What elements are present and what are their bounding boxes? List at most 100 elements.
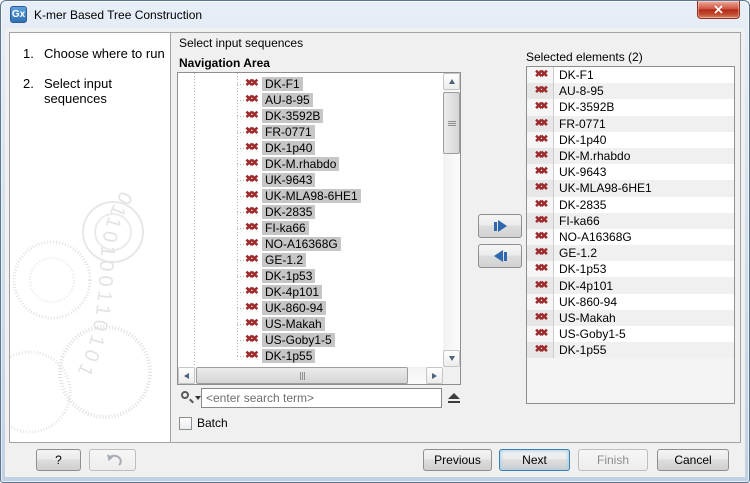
sequence-icon: ✖✖ xyxy=(535,119,546,129)
sequence-icon: ✖✖ xyxy=(535,297,546,307)
tree-item[interactable]: ✖✖US-Goby1-5 xyxy=(178,332,443,348)
help-button[interactable]: ? xyxy=(36,449,81,471)
batch-checkbox[interactable] xyxy=(179,417,192,430)
tree-item-label: FR-0771 xyxy=(262,125,315,139)
tree-item[interactable]: ✖✖US-Makah xyxy=(178,316,443,332)
horizontal-scroll-thumb[interactable] xyxy=(196,367,408,384)
arrow-left-icon xyxy=(184,373,189,379)
selected-element-row[interactable]: ✖✖DK-M.rhabdo xyxy=(527,148,734,164)
tree-item[interactable]: ✖✖UK-9643 xyxy=(178,172,443,188)
tree-item[interactable]: ✖✖UK-860-94 xyxy=(178,300,443,316)
cancel-button[interactable]: Cancel xyxy=(657,449,729,471)
sequence-icon: ✖✖ xyxy=(535,200,546,210)
tree-item[interactable]: ✖✖DK-F1 xyxy=(178,76,443,92)
tree-branch-line xyxy=(237,244,245,245)
selected-element-row[interactable]: ✖✖US-Goby1-5 xyxy=(527,326,734,342)
tree-item[interactable]: ✖✖DK-2835 xyxy=(178,204,443,220)
tree-branch-line xyxy=(237,228,245,229)
tree-item[interactable]: ✖✖DK-1p53 xyxy=(178,268,443,284)
selected-element-row[interactable]: ✖✖DK-F1 xyxy=(527,67,734,83)
main-panel: Select input sequences Navigation Area ✖… xyxy=(171,33,740,442)
tree-item-label: DK-1p40 xyxy=(262,141,315,155)
sequence-icon-cell: ✖✖ xyxy=(527,132,554,148)
title-bar[interactable]: Gx K-mer Based Tree Construction xyxy=(1,1,749,28)
tree-item[interactable]: ✖✖DK-1p55 xyxy=(178,348,443,364)
selected-element-row[interactable]: ✖✖UK-MLA98-6HE1 xyxy=(527,180,734,196)
selected-element-row[interactable]: ✖✖ DK-1p55 xyxy=(527,342,734,358)
step-label: Choose where to run xyxy=(44,46,165,61)
tree-item-label: GE-1.2 xyxy=(262,253,306,267)
collapse-search-button[interactable] xyxy=(448,393,460,403)
tree-item-label: US-Goby1-5 xyxy=(262,333,335,347)
step-number: 1. xyxy=(23,46,44,61)
step-number: 2. xyxy=(23,76,44,106)
selected-element-row[interactable]: ✖✖DK-1p53 xyxy=(527,261,734,277)
close-button[interactable] xyxy=(697,1,740,19)
selected-element-label: DK-1p55 xyxy=(554,343,606,357)
selected-element-row[interactable]: ✖✖AU-8-95 xyxy=(527,83,734,99)
sequence-icon-cell: ✖✖ xyxy=(527,277,554,293)
sequence-icon: ✖✖ xyxy=(535,345,546,355)
eject-icon-bar xyxy=(448,401,460,403)
selected-element-row[interactable]: ✖✖UK-860-94 xyxy=(527,294,734,310)
selected-element-row[interactable]: ✖✖FI-ka66 xyxy=(527,213,734,229)
sequence-icon: ✖✖ xyxy=(245,335,262,345)
scroll-left-button[interactable] xyxy=(178,367,195,384)
tree-item[interactable]: ✖✖FR-0771 xyxy=(178,124,443,140)
tree-item-label: DK-3592B xyxy=(262,109,323,123)
tree-item[interactable]: ✖✖FI-ka66 xyxy=(178,220,443,236)
previous-button[interactable]: Previous xyxy=(423,449,492,471)
navigation-tree[interactable]: ✖✖DK-F1✖✖AU-8-95✖✖DK-3592B✖✖FR-0771✖✖DK-… xyxy=(178,73,443,367)
selected-element-row[interactable]: ✖✖ DK-2835 xyxy=(527,197,734,213)
selected-element-label: AU-8-95 xyxy=(554,84,604,98)
selected-elements-list[interactable]: ✖✖DK-F1✖✖AU-8-95✖✖DK-3592B✖✖FR-0771✖✖DK-… xyxy=(526,66,735,404)
selected-element-row[interactable]: ✖✖DK-3592B xyxy=(527,99,734,115)
scroll-down-button[interactable] xyxy=(443,350,460,367)
selected-element-row[interactable]: ✖✖FR-0771 xyxy=(527,116,734,132)
finish-button[interactable]: Finish xyxy=(578,449,648,471)
scroll-right-button[interactable] xyxy=(426,367,443,384)
selected-element-label: US-Makah xyxy=(554,311,616,325)
sequence-icon: ✖✖ xyxy=(245,223,262,233)
tree-branch-line xyxy=(237,212,245,213)
eject-icon xyxy=(448,393,460,399)
tree-item-label: DK-F1 xyxy=(262,77,303,91)
tree-item[interactable]: ✖✖DK-M.rhabdo xyxy=(178,156,443,172)
selected-element-label: DK-3592B xyxy=(554,100,614,114)
reset-button[interactable] xyxy=(89,449,136,471)
sequence-icon-cell: ✖✖ xyxy=(527,310,554,326)
vertical-scroll-thumb[interactable] xyxy=(443,92,460,154)
selected-element-row[interactable]: ✖✖GE-1.2 xyxy=(527,245,734,261)
scroll-up-button[interactable] xyxy=(443,73,460,90)
next-button[interactable]: Next xyxy=(499,449,570,471)
finish-button-label: Finish xyxy=(597,453,629,467)
tree-item[interactable]: ✖✖AU-8-95 xyxy=(178,92,443,108)
selected-element-row[interactable]: ✖✖US-Makah xyxy=(527,310,734,326)
cancel-button-label: Cancel xyxy=(674,453,711,467)
selected-element-row[interactable]: ✖✖UK-9643 xyxy=(527,164,734,180)
tree-item[interactable]: ✖✖GE-1.2 xyxy=(178,252,443,268)
sequence-icon: ✖✖ xyxy=(535,135,546,145)
tree-item[interactable]: ✖✖UK-MLA98-6HE1 xyxy=(178,188,443,204)
selected-element-row[interactable]: ✖✖DK-1p40 xyxy=(527,132,734,148)
tree-branch-line xyxy=(237,196,245,197)
selected-element-label: DK-2835 xyxy=(554,198,606,212)
selected-element-row[interactable]: ✖✖NO-A16368G xyxy=(527,229,734,245)
vertical-scrollbar[interactable] xyxy=(443,73,460,367)
tree-branch-line xyxy=(237,276,245,277)
search-options-button[interactable] xyxy=(179,389,201,407)
tree-branch-line xyxy=(237,308,245,309)
add-elements-button[interactable] xyxy=(478,214,522,238)
sequence-icon: ✖✖ xyxy=(245,159,262,169)
horizontal-scrollbar[interactable] xyxy=(178,367,443,384)
selected-element-row[interactable]: ✖✖DK-4p101 xyxy=(527,277,734,293)
sequence-icon: ✖✖ xyxy=(245,271,262,281)
tree-item[interactable]: ✖✖NO-A16368G xyxy=(178,236,443,252)
tree-branch-line xyxy=(237,132,245,133)
thumb-grip xyxy=(448,121,456,126)
tree-item[interactable]: ✖✖DK-1p40 xyxy=(178,140,443,156)
remove-elements-button[interactable] xyxy=(478,244,522,268)
tree-item[interactable]: ✖✖DK-4p101 xyxy=(178,284,443,300)
search-input[interactable] xyxy=(201,388,442,408)
tree-item[interactable]: ✖✖DK-3592B xyxy=(178,108,443,124)
